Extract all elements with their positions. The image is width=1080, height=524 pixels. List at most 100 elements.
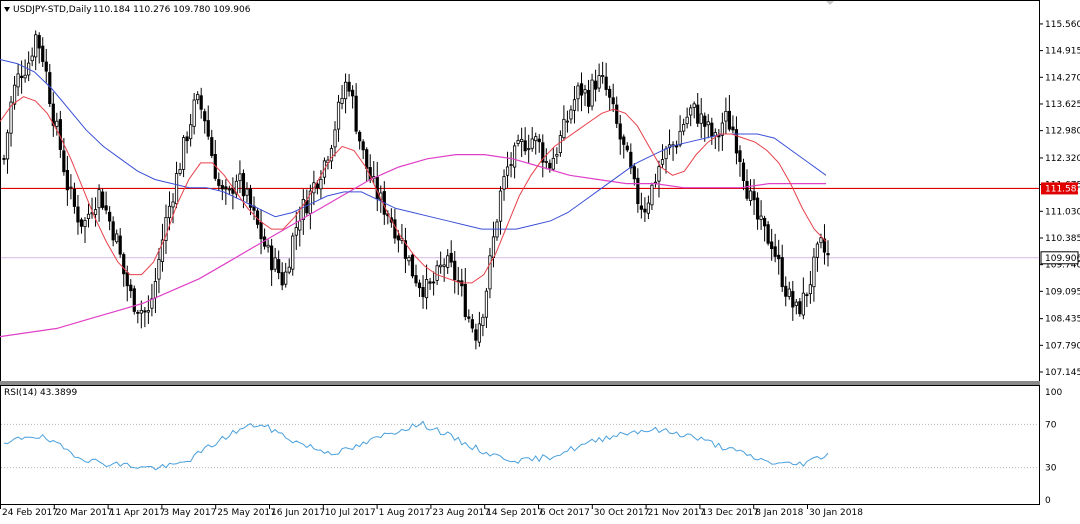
candle-body [108, 211, 112, 222]
candle-body [185, 136, 189, 142]
candle-body [291, 235, 295, 270]
candle-body [646, 202, 651, 214]
candle-body [590, 79, 594, 107]
candle-body [16, 73, 20, 88]
candle-body [512, 145, 517, 168]
symbol-dropdown-icon[interactable] [4, 7, 10, 12]
date-tick-label: 13 Dec 2017 [701, 508, 759, 518]
candle-body [167, 205, 172, 219]
candle-body [146, 310, 150, 313]
candle-body [174, 173, 179, 205]
date-tick-label: 14 Sep 2017 [486, 508, 543, 518]
chart-shift-icon[interactable] [826, 1, 834, 5]
rsi-label: RSI(14) 43.3899 [4, 388, 77, 398]
candle-body [266, 244, 270, 248]
candle-body [358, 131, 362, 142]
candle-body [805, 294, 809, 296]
candle-body [467, 316, 471, 319]
rsi-tick-label: 100 [1045, 388, 1062, 398]
candle-body [692, 103, 696, 108]
candle-body [699, 113, 703, 124]
candle-body [565, 120, 570, 123]
candle-body [752, 191, 756, 201]
rsi-panel-frame [0, 385, 1040, 505]
candle-body [622, 136, 626, 145]
candle-body [470, 319, 474, 329]
candle-body [241, 173, 246, 197]
candle-body [354, 95, 358, 132]
candle-body [449, 252, 453, 263]
candle-body [189, 124, 193, 140]
candle-body [333, 129, 337, 148]
candle-body [611, 97, 615, 105]
candle-body [122, 254, 126, 275]
candle-body [537, 138, 541, 143]
candle-body [636, 177, 640, 205]
candle-body [115, 233, 119, 243]
candle-body [136, 311, 140, 314]
candle-body [710, 122, 714, 138]
price-axis: 115.560 114.915 114.270 113.625 112.980 112.3… [1040, 20, 1080, 378]
candle-body [361, 141, 365, 151]
rsi-tick-label: 0 [1045, 496, 1051, 506]
candle-body [572, 99, 577, 111]
candle-body [734, 129, 739, 154]
candle-body [826, 253, 830, 256]
candle-body [787, 288, 791, 297]
candle-body [784, 285, 788, 297]
candle-body [586, 90, 591, 107]
candle-body [111, 221, 115, 241]
candle-body [315, 183, 320, 189]
candle-body [463, 283, 467, 317]
candle-body [79, 219, 84, 227]
price-tick-label: 113.625 [1045, 100, 1080, 110]
candle-body [629, 151, 633, 169]
candle-body [625, 145, 629, 151]
candle-body [516, 140, 520, 144]
price-tick-label: 107.145 [1045, 368, 1080, 378]
candle-body [562, 118, 566, 139]
candle-body [301, 199, 305, 221]
last-price-label: 109.906 [1045, 254, 1080, 264]
candle-body [453, 260, 457, 281]
candle-body [192, 99, 196, 127]
candle-body [696, 104, 700, 124]
candle-body [435, 265, 439, 281]
candle-body [738, 150, 742, 163]
candle-body [601, 75, 605, 77]
candle-body [365, 149, 369, 169]
candle-body [604, 76, 608, 90]
candle-body [759, 215, 763, 220]
panel-splitter[interactable] [0, 381, 1040, 385]
candle-body [548, 162, 552, 169]
candle-body [217, 179, 221, 186]
candle-body [558, 135, 562, 154]
candle-body [777, 254, 781, 260]
candle-body [23, 74, 27, 79]
candle-body [597, 75, 601, 89]
candle-body [766, 224, 770, 244]
price-tick-label: 110.385 [1045, 234, 1080, 244]
candle-body [678, 130, 682, 146]
candle-body [770, 241, 774, 250]
date-tick-label: 3 May 2017 [163, 508, 216, 518]
candle-body [171, 201, 175, 208]
candle-body [259, 221, 263, 240]
candle-body [199, 95, 203, 110]
candle-body [118, 235, 122, 255]
candle-body [808, 284, 812, 295]
trading-chart[interactable]: USDJPY-STD,Daily 110.184 110.276 109.780… [0, 0, 1080, 520]
ma-long-line [0, 154, 826, 338]
rsi-line [3, 420, 829, 471]
date-tick-label: 24 Feb 2017 [2, 508, 58, 518]
candle-body [477, 323, 481, 343]
candle-body [794, 301, 798, 306]
candle-body [375, 176, 379, 200]
candle-body [238, 173, 242, 182]
candle-body [72, 188, 77, 207]
candle-body [502, 176, 506, 190]
chart-canvas[interactable]: USDJPY-STD,Daily 110.184 110.276 109.780… [0, 0, 1080, 520]
candle-body [615, 104, 619, 124]
candle-body [551, 157, 555, 170]
candle-body [30, 55, 34, 62]
